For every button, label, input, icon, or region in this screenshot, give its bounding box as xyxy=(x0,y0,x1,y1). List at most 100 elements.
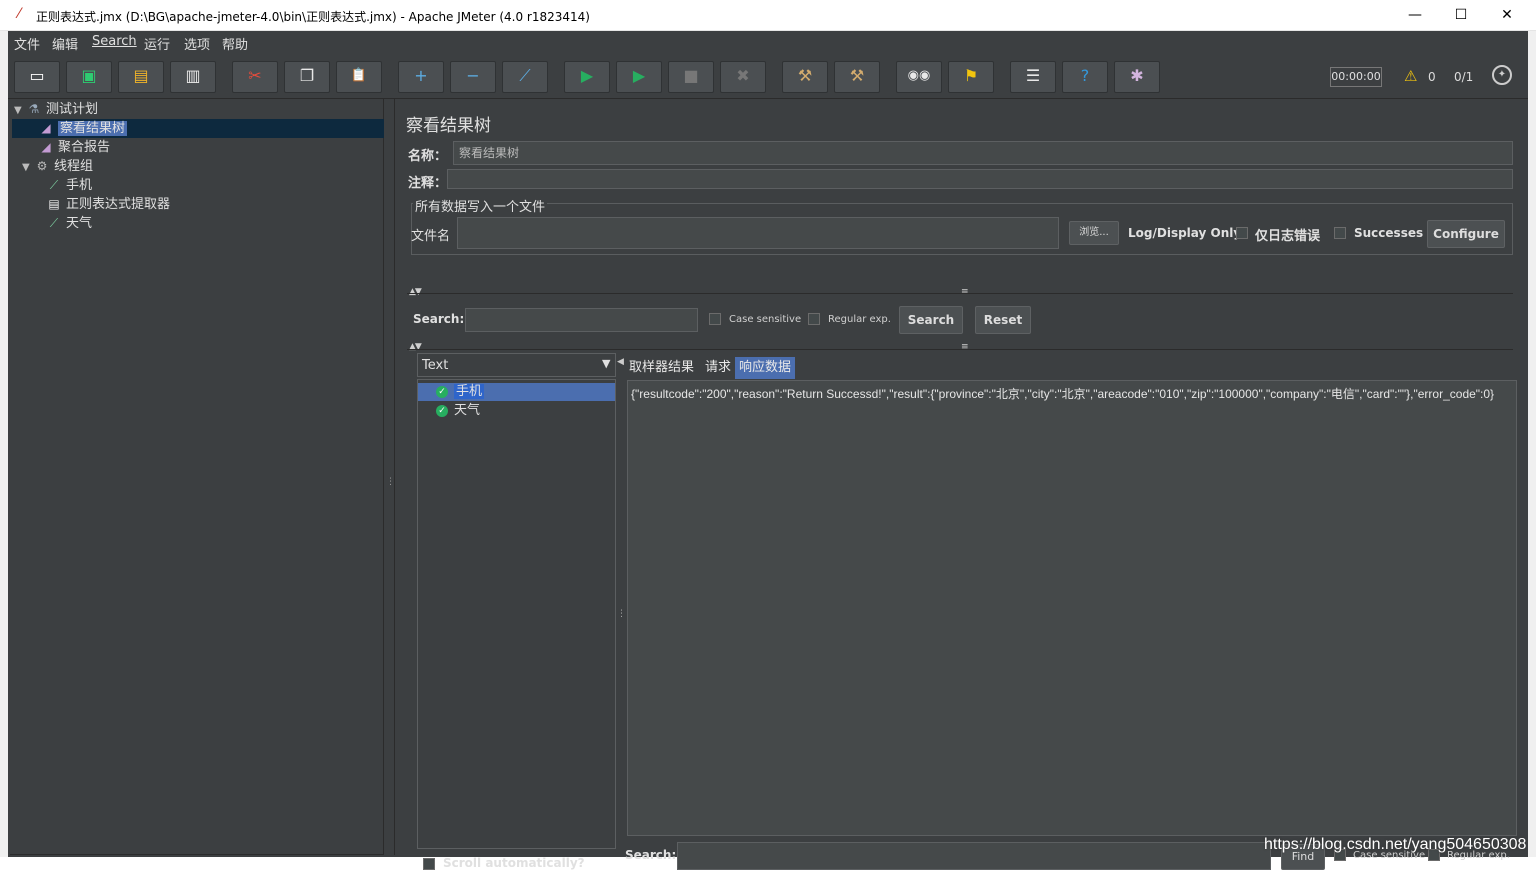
pipette-icon: ⟋ xyxy=(49,216,59,230)
watermark-text: https://blog.csdn.net/yang504650308 xyxy=(1264,836,1527,853)
regex-checkbox[interactable] xyxy=(808,313,820,325)
chevron-down-icon[interactable]: ▼ xyxy=(602,357,610,370)
menu-bar: 文件 编辑 Search 运行 选项 帮助 xyxy=(8,31,1528,53)
configure-button[interactable]: Configure xyxy=(1427,220,1505,248)
search-label: Search: xyxy=(413,312,465,326)
collapse-arrows-icon[interactable]: ▲▼ xyxy=(409,287,422,297)
menu-run[interactable]: 运行 xyxy=(144,34,170,53)
tab-response-data[interactable]: 响应数据 xyxy=(735,357,796,379)
remote-icon[interactable]: ✱ xyxy=(1114,61,1160,93)
start-no-pause-icon[interactable]: ▶ xyxy=(616,61,662,93)
response-text: {"resultcode":"200","reason":"Return Suc… xyxy=(631,387,1495,401)
result-splitter-arrow-icon[interactable]: ◀ xyxy=(617,357,624,367)
new-icon[interactable]: ▭ xyxy=(14,61,60,93)
tab-request[interactable]: 请求 xyxy=(701,357,735,379)
successes-checkbox[interactable] xyxy=(1334,227,1346,239)
document-icon: ▤ xyxy=(48,197,60,211)
filename-input[interactable] xyxy=(457,217,1059,249)
function-helper-icon[interactable]: ☰ xyxy=(1010,61,1056,93)
tree-node-view-results-tree[interactable]: ◢ 察看结果树 xyxy=(38,119,128,137)
errors-checkbox[interactable] xyxy=(1236,227,1248,239)
test-plan-tree: ▼ ⚗ 测试计划 ◢ 察看结果树 ◢ 聚合报告 ▼ ⚙ 线程组 ⟋ 手机 ▤ 正则表达式提取器 … xyxy=(10,99,384,855)
close-button[interactable]: ✕ xyxy=(1484,0,1530,31)
elapsed-timer: 00:00:00 xyxy=(1330,67,1382,87)
tree-node-weather-sampler[interactable]: ⟋ 天气 xyxy=(46,214,92,232)
menu-edit[interactable]: 编辑 xyxy=(52,34,78,53)
response-data-area[interactable]: {"resultcode":"200","reason":"Return Suc… xyxy=(627,380,1517,836)
toggle-icon[interactable]: ⟋ xyxy=(502,61,548,93)
scroll-auto-label: Scroll automatically? xyxy=(443,856,585,870)
shutdown-icon[interactable]: ✖ xyxy=(720,61,766,93)
bottom-search-input[interactable] xyxy=(677,842,1271,870)
renderer-select[interactable]: Text ▼ xyxy=(417,353,616,377)
panel-title: 察看结果树 xyxy=(406,116,491,136)
write-to-file-title: 所有数据写入一个文件 xyxy=(413,196,548,215)
search-input[interactable] xyxy=(465,308,698,332)
expand-icon[interactable]: + xyxy=(398,61,444,93)
warning-count: 0 xyxy=(1428,70,1436,84)
background-window-edge xyxy=(0,31,8,857)
copy-icon[interactable]: ❐ xyxy=(284,61,330,93)
tree-node-aggregate-report[interactable]: ◢ 聚合报告 xyxy=(38,138,110,156)
clear-icon[interactable]: ⚒ xyxy=(782,61,828,93)
tree-node-test-plan[interactable]: ▼ ⚗ 测试计划 xyxy=(14,100,98,118)
menu-search[interactable]: Search xyxy=(92,34,137,49)
stop-icon[interactable]: ■ xyxy=(668,61,714,93)
collapse-arrow-icon[interactable]: ▼ xyxy=(14,102,26,120)
tree-node-phone-sampler[interactable]: ⟋ 手机 xyxy=(46,176,92,194)
tab-sampler-result[interactable]: 取样器结果 xyxy=(625,357,698,379)
browse-button[interactable]: 浏览... xyxy=(1069,221,1119,245)
background-window-edge-right xyxy=(1528,31,1536,857)
case-sensitive-label: Case sensitive xyxy=(729,314,802,325)
name-field[interactable]: 察看结果树 xyxy=(453,141,1513,165)
divider-grip-icon[interactable]: ≡ xyxy=(961,287,968,297)
tree-node-thread-group[interactable]: ▼ ⚙ 线程组 xyxy=(22,157,93,175)
errors-label: 仅日志错误 xyxy=(1255,229,1321,244)
toolbar: ▭ ▣ ▤ ▥ ✂ ❐ 📋 + − ⟋ ▶ ▶ ■ ✖ ⚒ ⚒ ◉◉ ⚑ ☰ ?… xyxy=(8,53,1528,99)
maximize-button[interactable]: ☐ xyxy=(1438,0,1484,31)
search-button[interactable]: Search xyxy=(899,306,963,334)
start-icon[interactable]: ▶ xyxy=(564,61,610,93)
chart-icon: ◢ xyxy=(41,121,51,135)
pipette-icon: ⟋ xyxy=(49,178,59,192)
reset-button[interactable]: Reset xyxy=(975,306,1031,334)
divider-line-2 xyxy=(407,349,1513,350)
menu-options[interactable]: 选项 xyxy=(184,34,210,53)
save-icon[interactable]: ▥ xyxy=(170,61,216,93)
clear-all-icon[interactable]: ⚒ xyxy=(834,61,880,93)
result-splitter-grip-icon[interactable]: ⋮ xyxy=(617,609,626,619)
result-tabs: 取样器结果 请求 响应数据 xyxy=(625,353,1505,383)
help-icon[interactable]: ? xyxy=(1062,61,1108,93)
open-icon[interactable]: ▤ xyxy=(118,61,164,93)
tree-node-regex-extractor[interactable]: ▤ 正则表达式提取器 xyxy=(46,195,170,213)
main-splitter[interactable]: ⋮ xyxy=(384,99,395,855)
templates-icon[interactable]: ▣ xyxy=(66,61,112,93)
comment-field[interactable] xyxy=(447,169,1513,189)
menu-help[interactable]: 帮助 xyxy=(222,34,248,53)
minimize-button[interactable]: — xyxy=(1392,0,1438,31)
log-display-label: Log/Display Only: xyxy=(1128,226,1246,240)
collapse-arrows-icon-2[interactable]: ▲▼ xyxy=(409,342,422,352)
gear-icon: ⚙ xyxy=(36,159,48,173)
sample-row-weather[interactable]: ✓ 天气 xyxy=(418,402,615,420)
scroll-auto-checkbox[interactable] xyxy=(423,858,435,870)
jmeter-app: 文件 编辑 Search 运行 选项 帮助 ▭ ▣ ▤ ▥ ✂ ❐ 📋 + − … xyxy=(8,31,1528,870)
menu-file[interactable]: 文件 xyxy=(14,34,40,53)
collapse-icon[interactable]: − xyxy=(450,61,496,93)
sample-row-phone[interactable]: ✓ 手机 xyxy=(418,383,615,401)
comment-label: 注释： xyxy=(408,176,448,191)
warning-icon[interactable]: ⚠ xyxy=(1404,67,1417,85)
search-icon[interactable]: ◉◉ xyxy=(896,61,942,93)
cut-icon[interactable]: ✂ xyxy=(232,61,278,93)
remote-status-icon: ✦ xyxy=(1492,65,1512,85)
paste-icon[interactable]: 📋 xyxy=(336,61,382,93)
jmeter-feather-icon: ⁄ xyxy=(18,6,21,22)
success-shield-icon: ✓ xyxy=(436,385,448,398)
case-sensitive-checkbox[interactable] xyxy=(709,313,721,325)
flask-icon: ⚗ xyxy=(28,102,40,116)
collapse-arrow-icon[interactable]: ▼ xyxy=(22,159,34,177)
name-label: 名称： xyxy=(408,149,448,164)
reset-search-icon[interactable]: ⚑ xyxy=(948,61,994,93)
divider-grip-icon-2[interactable]: ≡ xyxy=(961,342,968,352)
success-shield-icon: ✓ xyxy=(436,404,448,417)
